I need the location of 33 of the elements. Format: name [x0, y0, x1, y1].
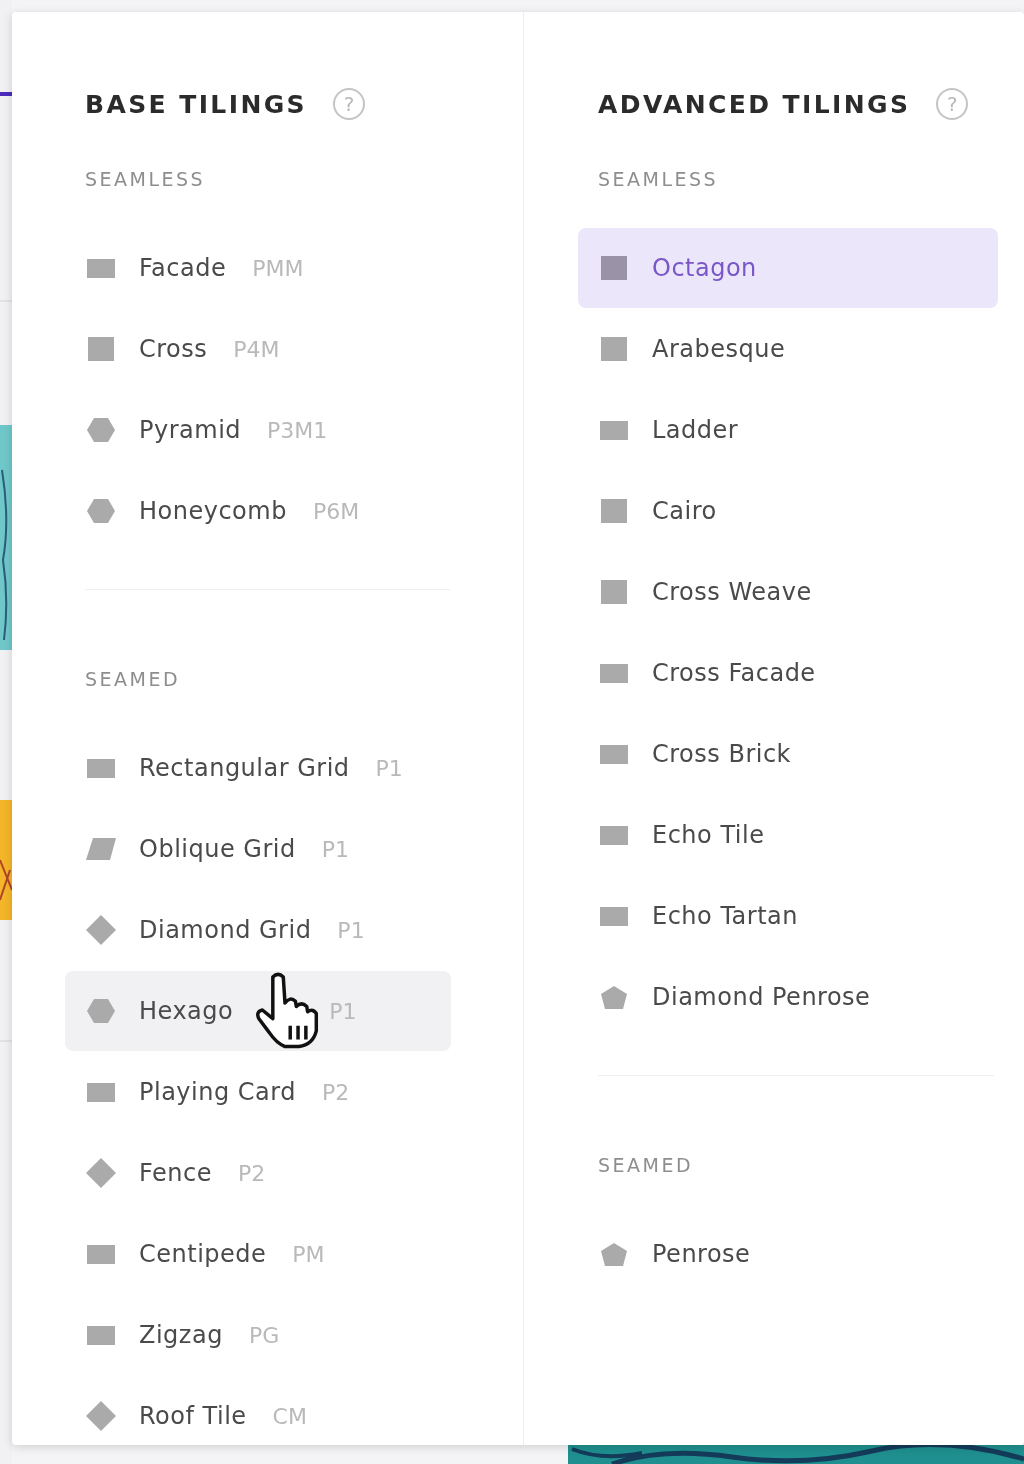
tiling-option[interactable]: Rectangular Grid P1 [65, 728, 451, 808]
section-label: SEAMLESS [85, 168, 207, 192]
tiling-option[interactable]: Honeycomb P6M [65, 471, 451, 551]
tiling-option[interactable]: Arabesque [578, 309, 998, 389]
tiling-option[interactable]: Cross Facade [578, 633, 998, 713]
tiling-option[interactable]: Roof Tile CM [65, 1376, 451, 1445]
tiling-option[interactable]: Oblique Grid P1 [65, 809, 451, 889]
tiling-option[interactable]: Playing Card P2 [65, 1052, 451, 1132]
tiling-option[interactable]: Echo Tartan [578, 876, 998, 956]
tiling-option[interactable]: Cross Weave [578, 552, 998, 632]
diamond-icon [85, 914, 117, 946]
tiling-option[interactable]: Echo Tile [578, 795, 998, 875]
diamond-icon [85, 1400, 117, 1432]
diamond-icon [85, 1157, 117, 1189]
tiling-option[interactable]: Pyramid P3M1 [65, 390, 451, 470]
section-label: SEAMLESS [598, 168, 720, 192]
tiling-option[interactable]: Fence P2 [65, 1133, 451, 1213]
tiling-option[interactable]: Cross P4M [65, 309, 451, 389]
tiling-option[interactable]: Octagon [578, 228, 998, 308]
tiling-option[interactable]: Facade PMM [65, 228, 451, 308]
column-title: BASE TILINGS [85, 89, 308, 119]
section-label: SEAMED [598, 1154, 695, 1178]
tiling-option[interactable]: Diamond Penrose [578, 957, 998, 1037]
tiling-option[interactable]: Centipede PM [65, 1214, 451, 1294]
tiling-option[interactable]: Hexago P1 [65, 971, 451, 1051]
section-label: SEAMED [85, 668, 182, 692]
tiling-option[interactable]: Penrose [578, 1214, 998, 1294]
tiling-option[interactable]: Cairo [578, 471, 998, 551]
tiling-option[interactable]: Diamond Grid P1 [65, 890, 451, 970]
tiling-option[interactable]: Zigzag PG [65, 1295, 451, 1375]
tiling-option[interactable]: Ladder [578, 390, 998, 470]
tiling-option[interactable]: Cross Brick [578, 714, 998, 794]
column-title: ADVANCED TILINGS [598, 89, 911, 119]
